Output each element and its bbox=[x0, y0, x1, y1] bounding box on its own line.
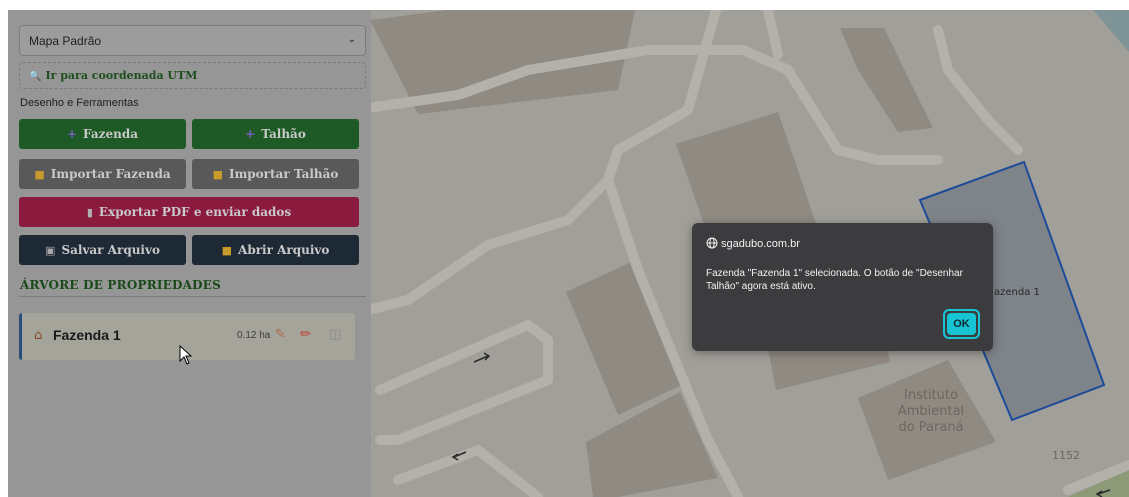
chevron-down-icon: ⌄ bbox=[347, 34, 356, 45]
map-label-number: 1152 bbox=[1052, 449, 1080, 462]
folder-icon: ■ bbox=[221, 244, 233, 257]
export-pdf-label: Exportar PDF e enviar dados bbox=[98, 205, 292, 219]
export-pdf-button[interactable]: ▮ Exportar PDF e enviar dados bbox=[19, 197, 359, 227]
import-farm-button[interactable]: ■ Importar Fazenda bbox=[19, 159, 186, 189]
ok-button-label: OK bbox=[947, 313, 976, 335]
dialog-origin-text: sgadubo.com.br bbox=[721, 238, 800, 250]
save-file-label: Salvar Arquivo bbox=[61, 243, 160, 257]
divider bbox=[19, 296, 366, 297]
sidebar: Mapa Padrão ⌄ 🔍 Ir para coordenada UTM De… bbox=[8, 10, 371, 497]
plus-icon: + bbox=[245, 127, 256, 141]
utm-coordinate-link[interactable]: 🔍 Ir para coordenada UTM bbox=[19, 62, 366, 89]
house-icon: ⌂ bbox=[34, 328, 43, 343]
trash-icon[interactable]: ◫ bbox=[329, 327, 341, 342]
folder-icon: ■ bbox=[34, 168, 45, 181]
property-tree-title: ÁRVORE DE PROPRIEDADES bbox=[20, 278, 221, 292]
map-label-institute: Instituto Ambiental do Paraná bbox=[897, 388, 965, 435]
mouse-cursor-icon bbox=[179, 345, 193, 365]
search-icon: 🔍 bbox=[29, 71, 42, 82]
map-style-value: Mapa Padrão bbox=[29, 34, 102, 48]
add-farm-label: Fazenda bbox=[83, 127, 139, 141]
property-area: 0.12 ha bbox=[237, 330, 271, 341]
map-label-farm: azenda 1 bbox=[994, 287, 1040, 298]
alert-dialog: sgadubo.com.br Fazenda "Fazenda 1" selec… bbox=[692, 223, 993, 351]
ok-button[interactable]: OK bbox=[943, 309, 980, 339]
add-plot-label: Talhão bbox=[261, 127, 306, 141]
edit-area-icon[interactable]: ✎ bbox=[275, 327, 286, 342]
document-icon: ▮ bbox=[86, 206, 93, 219]
map-style-select[interactable]: Mapa Padrão ⌄ bbox=[19, 25, 366, 56]
open-file-label: Abrir Arquivo bbox=[238, 243, 330, 257]
import-plot-label: Importar Talhão bbox=[228, 167, 339, 181]
floppy-disk-icon: ▣ bbox=[45, 244, 56, 257]
import-plot-button[interactable]: ■ Importar Talhão bbox=[192, 159, 359, 189]
utm-link-label: Ir para coordenada UTM bbox=[45, 69, 198, 82]
tools-section-label: Desenho e Ferramentas bbox=[20, 97, 139, 109]
plus-icon: + bbox=[66, 127, 78, 141]
open-file-button[interactable]: ■ Abrir Arquivo bbox=[192, 235, 359, 265]
save-file-button[interactable]: ▣ Salvar Arquivo bbox=[19, 235, 186, 265]
dialog-message: Fazenda "Fazenda 1" selecionada. O botão… bbox=[706, 268, 963, 292]
property-name: Fazenda 1 bbox=[53, 327, 121, 343]
add-plot-button[interactable]: + Talhão bbox=[192, 119, 359, 149]
globe-icon bbox=[706, 237, 718, 249]
dialog-origin: sgadubo.com.br bbox=[706, 237, 800, 250]
import-farm-label: Importar Fazenda bbox=[50, 167, 171, 181]
folder-icon: ■ bbox=[212, 168, 223, 181]
pencil-icon[interactable]: ✏ bbox=[300, 327, 311, 342]
add-farm-button[interactable]: + Fazenda bbox=[19, 119, 186, 149]
